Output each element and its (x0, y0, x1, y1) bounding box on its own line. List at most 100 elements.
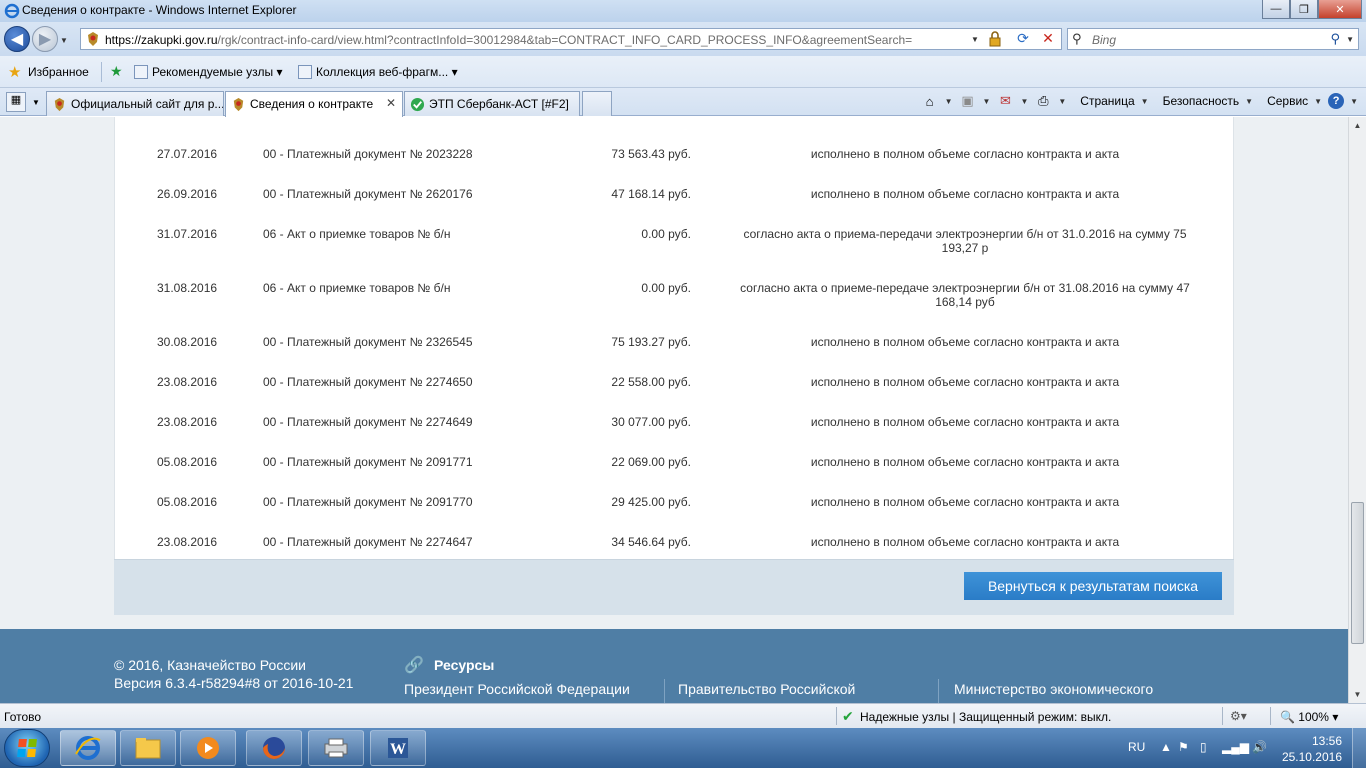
divider (1222, 707, 1223, 725)
tools-menu[interactable]: Сервис (1267, 94, 1308, 108)
status-bar: Готово ✔ Надежные узлы | Защищенный режи… (0, 703, 1366, 728)
row-document: 00 - Платежный документ № 2023228 (263, 147, 473, 161)
row-amount: 30 077.00 руб. (611, 415, 691, 429)
language-indicator[interactable]: RU (1128, 740, 1145, 754)
zoom-level[interactable]: 🔍 100% ▾ (1280, 710, 1338, 724)
taskbar-media-player[interactable] (180, 730, 236, 766)
help-dropdown-icon[interactable]: ▼ (1350, 97, 1358, 106)
forward-button[interactable]: ▶ (32, 26, 58, 52)
new-tab-button[interactable] (582, 91, 612, 116)
print-dropdown-icon[interactable]: ▼ (1058, 97, 1066, 106)
row-date: 05.08.2016 (157, 495, 218, 509)
row-note: исполнено в полном объеме согласно контр… (810, 455, 1120, 469)
window-title: Сведения о контракте - Windows Internet … (22, 3, 297, 17)
vertical-scrollbar[interactable]: ▲ ▼ (1348, 117, 1366, 703)
favorites-bar: ★ Избранное ★ Рекомендуемые узлы ▾ Колле… (0, 56, 1366, 88)
close-tab-icon[interactable]: ✕ (386, 96, 396, 110)
scroll-down-icon[interactable]: ▼ (1349, 686, 1366, 703)
back-to-search-results-button[interactable]: Вернуться к результатам поиска (964, 572, 1222, 600)
url-dropdown-icon[interactable]: ▼ (971, 35, 979, 44)
row-amount: 47 168.14 руб. (611, 187, 691, 201)
favorite-web-slice-gallery[interactable]: Коллекция веб-фрагм... ▾ (298, 65, 458, 79)
windows-taskbar: W RU ▲ ⚑ ▯ ▂▄▆ 🔊 13:56 25.10.2016 (0, 728, 1366, 768)
link-chain-icon: 🔗 (404, 657, 424, 674)
safety-menu-dropdown-icon[interactable]: ▼ (1245, 97, 1253, 106)
back-button[interactable]: ◀ (4, 26, 30, 52)
home-dropdown-icon[interactable]: ▼ (945, 97, 953, 106)
favorite-suggested-sites[interactable]: Рекомендуемые узлы ▾ (134, 65, 283, 79)
media-player-icon (197, 737, 219, 759)
page-content: 27.07.2016 00 - Платежный документ № 2023… (0, 117, 1348, 703)
clock-time[interactable]: 13:56 (1312, 734, 1342, 748)
resources-heading: Ресурсы (434, 657, 495, 673)
taskbar-word[interactable]: W (370, 730, 426, 766)
start-button[interactable] (4, 729, 50, 767)
print-icon[interactable]: ⎙ (1034, 93, 1052, 109)
url-field[interactable]: https://zakupki.gov.ru/rgk/contract-info… (80, 28, 1062, 50)
action-bar: Вернуться к результатам поиска (114, 559, 1234, 615)
scroll-up-icon[interactable]: ▲ (1349, 117, 1366, 134)
sberbank-logo-icon (410, 97, 425, 112)
maximize-button[interactable]: ❐ (1290, 0, 1318, 19)
tab-contract-info[interactable]: Сведения о контракте ✕ (225, 91, 403, 117)
page-menu[interactable]: Страница (1080, 94, 1134, 108)
row-note: согласно акта о приема-передачи электроэ… (743, 227, 1187, 255)
taskbar-scanner[interactable] (308, 730, 364, 766)
mail-dropdown-icon[interactable]: ▼ (1020, 97, 1028, 106)
search-icon[interactable]: ⚲ (1330, 31, 1340, 47)
taskbar-explorer[interactable] (120, 730, 176, 766)
row-document: 00 - Платежный документ № 2091770 (263, 495, 473, 509)
tab-sberbank-ast[interactable]: ЭТП Сбербанк-АСТ [#F2] (404, 91, 580, 116)
star-icon[interactable]: ★ (8, 63, 21, 81)
scrollbar-thumb[interactable] (1351, 502, 1364, 644)
tab-list-dropdown-icon[interactable]: ▼ (32, 98, 40, 107)
row-document: 00 - Платежный документ № 2274647 (263, 535, 473, 549)
url-path: /rgk/contract-info-card/view.html?contra… (217, 33, 913, 47)
home-icon[interactable]: ⌂ (921, 93, 939, 109)
help-icon[interactable]: ? (1328, 93, 1345, 109)
row-note: исполнено в полном объеме согласно контр… (810, 535, 1120, 549)
volume-icon[interactable]: 🔊 (1252, 740, 1267, 754)
network-signal-icon[interactable]: ▂▄▆ (1222, 740, 1249, 754)
show-hidden-icons-icon[interactable]: ▲ (1160, 740, 1172, 754)
close-window-button[interactable]: ✕ (1318, 0, 1362, 19)
row-note: исполнено в полном объеме согласно контр… (810, 375, 1120, 389)
refresh-icon[interactable]: ⟳ (1013, 30, 1033, 48)
safety-menu[interactable]: Безопасность (1163, 94, 1240, 108)
lock-icon[interactable] (987, 31, 1003, 47)
tools-menu-dropdown-icon[interactable]: ▼ (1314, 97, 1322, 106)
window-title-bar: Сведения о контракте - Windows Internet … (0, 0, 1366, 22)
tab-official-site[interactable]: Официальный сайт для р... (46, 91, 224, 116)
footer-link-ministry[interactable]: Министерство экономического (954, 681, 1153, 697)
action-center-flag-icon[interactable]: ⚑ (1178, 740, 1189, 754)
search-provider-icon: ⚲ (1072, 31, 1082, 46)
search-field[interactable]: ⚲ Bing ⚲ ▼ (1067, 28, 1359, 50)
popup-blocker-icon[interactable]: ⚙▾ (1230, 709, 1247, 723)
device-icon[interactable]: ▯ (1200, 740, 1207, 754)
minimize-button[interactable]: — (1262, 0, 1290, 19)
add-favorite-icon[interactable]: ★ (110, 63, 123, 80)
status-text: Готово (4, 710, 42, 724)
footer-link-government[interactable]: Правительство Российской (678, 681, 855, 697)
rss-feed-icon[interactable]: ▣ (959, 93, 977, 109)
feeds-dropdown-icon[interactable]: ▼ (983, 97, 991, 106)
quick-tabs-icon[interactable]: ▦ (6, 92, 26, 112)
footer-link-president[interactable]: Президент Российской Федерации (404, 681, 630, 697)
page-menu-dropdown-icon[interactable]: ▼ (1141, 97, 1149, 106)
mail-icon[interactable]: ✉ (996, 93, 1014, 109)
row-amount: 22 069.00 руб. (611, 455, 691, 469)
windows-logo-icon (17, 739, 37, 757)
favorites-button[interactable]: Избранное (28, 65, 89, 79)
row-date: 31.08.2016 (157, 281, 218, 295)
clock-date[interactable]: 25.10.2016 (1282, 750, 1342, 764)
row-document: 00 - Платежный документ № 2620176 (263, 187, 473, 201)
row-note: согласно акта о приеме-передаче электроэ… (740, 281, 1190, 309)
search-dropdown-icon[interactable]: ▼ (1346, 35, 1354, 44)
security-zone-text[interactable]: Надежные узлы | Защищенный режим: выкл. (860, 710, 1111, 724)
show-desktop-button[interactable] (1352, 728, 1366, 768)
row-date: 23.08.2016 (157, 535, 218, 549)
taskbar-firefox[interactable] (246, 730, 302, 766)
taskbar-internet-explorer[interactable] (60, 730, 116, 766)
stop-icon[interactable]: ✕ (1039, 30, 1057, 48)
history-dropdown-icon[interactable]: ▼ (60, 36, 68, 45)
